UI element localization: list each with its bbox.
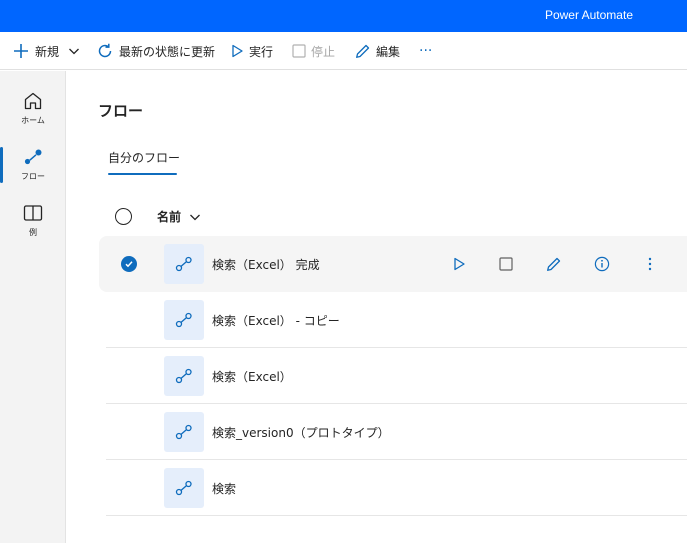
edit-label: 編集 bbox=[376, 44, 401, 59]
nav-label-examples: 例 bbox=[29, 228, 37, 237]
flow-tile-icon bbox=[164, 300, 204, 340]
pencil-icon bbox=[547, 257, 561, 271]
new-button[interactable]: 新規 bbox=[12, 32, 80, 70]
book-icon bbox=[23, 205, 43, 221]
nav-item-examples[interactable]: 例 bbox=[0, 195, 66, 247]
chevron-down-icon bbox=[69, 48, 79, 55]
home-icon bbox=[24, 92, 42, 110]
stop-button[interactable]: 停止 bbox=[292, 32, 335, 70]
pencil-icon bbox=[356, 44, 370, 58]
name-column-label: 名前 bbox=[157, 210, 182, 224]
flow-icon bbox=[175, 256, 192, 272]
list-header: 名前 bbox=[106, 200, 687, 234]
info-icon bbox=[594, 256, 610, 272]
stop-icon bbox=[292, 44, 306, 58]
page-title: フロー bbox=[98, 102, 144, 120]
row-stop-button[interactable] bbox=[497, 255, 515, 273]
refresh-button[interactable]: 最新の状態に更新 bbox=[96, 32, 215, 70]
tab-my-flows[interactable]: 自分のフロー bbox=[108, 149, 180, 166]
nav-label-flows: フロー bbox=[21, 172, 45, 181]
run-button[interactable]: 実行 bbox=[230, 32, 273, 70]
app-title: Power Automate bbox=[544, 8, 633, 22]
run-label: 実行 bbox=[249, 44, 274, 59]
flow-name: 検索（Excel） bbox=[212, 370, 292, 384]
flow-icon bbox=[175, 368, 192, 384]
flow-name: 検索（Excel） - コピー bbox=[212, 314, 340, 328]
flow-row[interactable]: 検索（Excel） - コピー bbox=[106, 292, 687, 348]
flow-name: 検索 bbox=[212, 482, 237, 496]
stop-icon bbox=[499, 257, 513, 271]
more-icon: ··· bbox=[419, 43, 433, 59]
plus-icon bbox=[14, 44, 28, 58]
more-vertical-icon bbox=[648, 257, 652, 271]
row-more-button[interactable] bbox=[641, 255, 659, 273]
row-edit-button[interactable] bbox=[545, 255, 563, 273]
flow-row[interactable]: 検索 bbox=[106, 460, 687, 516]
tab-underline bbox=[108, 173, 177, 175]
nav-item-home[interactable]: ホーム bbox=[0, 83, 66, 135]
nav-label-home: ホーム bbox=[21, 116, 45, 125]
flow-icon bbox=[175, 480, 192, 496]
flow-icon bbox=[175, 312, 192, 328]
flow-row[interactable]: 検索_version0（プロトタイプ） bbox=[106, 404, 687, 460]
title-bar: Power Automate bbox=[0, 0, 687, 32]
row-checkbox-checked[interactable] bbox=[121, 256, 137, 272]
flow-row[interactable]: 検索（Excel） 完成 bbox=[99, 236, 687, 292]
flow-icon bbox=[175, 424, 192, 440]
play-icon bbox=[232, 44, 243, 58]
new-label: 新規 bbox=[35, 44, 60, 59]
edit-button[interactable]: 編集 bbox=[355, 32, 400, 70]
flow-name: 検索（Excel） 完成 bbox=[212, 258, 320, 272]
chevron-down-icon bbox=[190, 214, 200, 220]
nav-item-flows[interactable]: フロー bbox=[0, 139, 66, 191]
flow-tile-icon bbox=[164, 356, 204, 396]
active-indicator bbox=[0, 147, 3, 183]
refresh-icon bbox=[98, 43, 112, 58]
flow-name: 検索_version0（プロトタイプ） bbox=[212, 426, 390, 440]
flow-row[interactable]: 検索（Excel） bbox=[106, 348, 687, 404]
refresh-label: 最新の状態に更新 bbox=[119, 44, 216, 59]
name-column-header[interactable]: 名前 bbox=[157, 208, 201, 225]
checkmark-icon bbox=[125, 261, 133, 268]
stop-label: 停止 bbox=[311, 44, 336, 59]
left-navigation: ホーム フロー 例 bbox=[0, 71, 66, 543]
command-bar: 新規 最新の状態に更新 実行 停止 編集 ··· bbox=[0, 32, 687, 70]
row-run-button[interactable] bbox=[450, 255, 468, 273]
play-icon bbox=[454, 257, 465, 271]
flow-icon bbox=[24, 149, 42, 165]
flow-tile-icon bbox=[164, 412, 204, 452]
select-all-radio[interactable] bbox=[115, 208, 132, 225]
flow-tile-icon bbox=[164, 468, 204, 508]
flow-tile-icon bbox=[164, 244, 204, 284]
row-info-button[interactable] bbox=[593, 255, 611, 273]
more-button[interactable]: ··· bbox=[419, 32, 432, 70]
